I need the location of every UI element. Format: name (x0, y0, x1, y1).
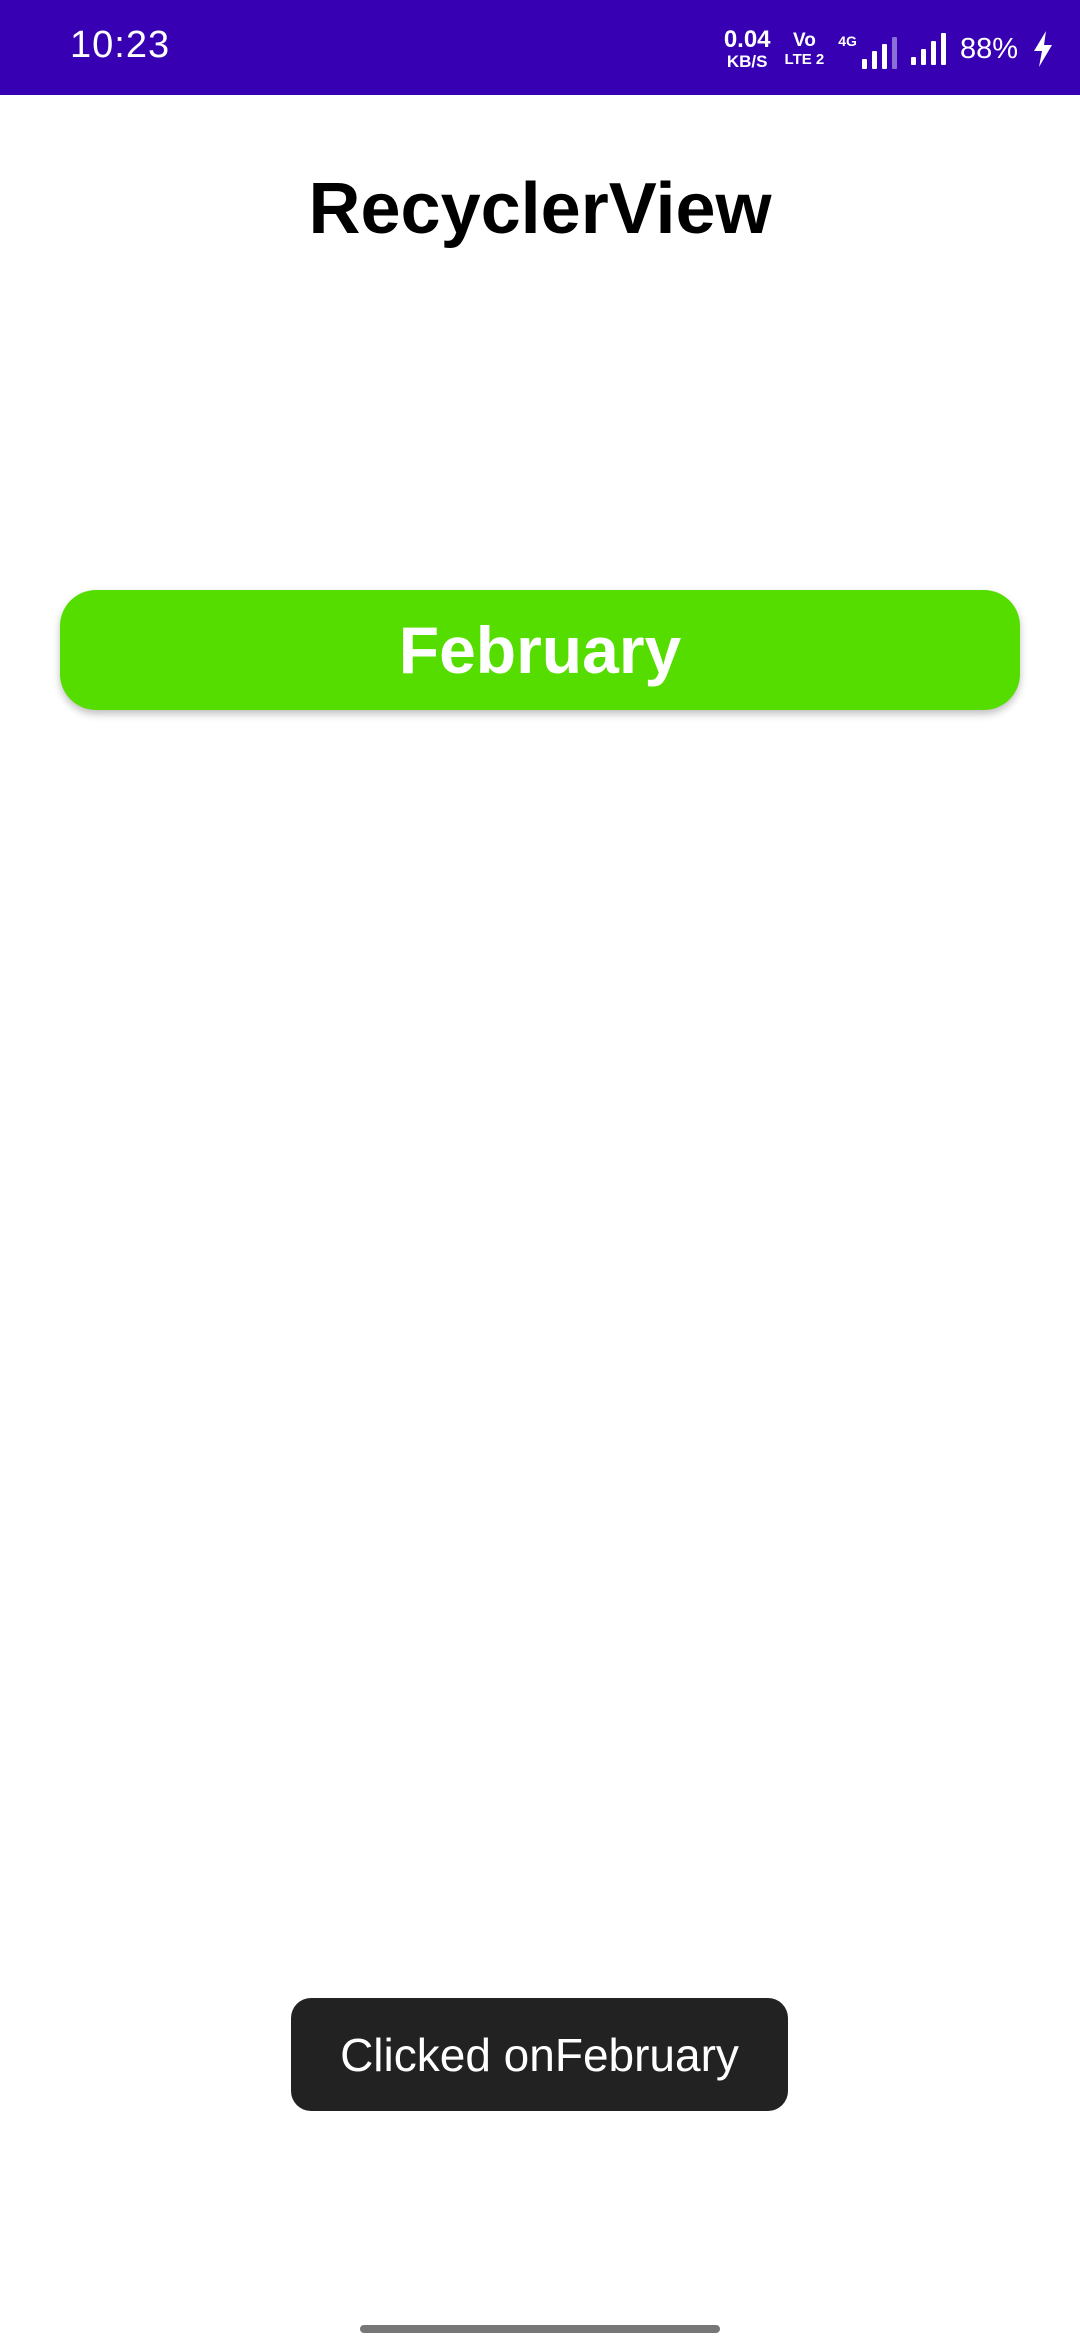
recycler-list[interactable]: February (60, 590, 1020, 710)
status-time: 10:23 (70, 24, 171, 66)
status-icons: 0.04 KB/S Vo LTE 2 4G 88% (724, 26, 1054, 72)
network-speed-indicator: 0.04 KB/S (723, 26, 771, 71)
network-speed-unit: KB/S (726, 52, 768, 71)
sim1-4g-signal-icon: 4G (838, 29, 897, 69)
volte-top-label: Vo (792, 30, 816, 51)
list-item-february[interactable]: February (60, 590, 1020, 710)
toast-message: Clicked onFebruary (291, 1998, 788, 2111)
page-title: RecyclerView (308, 169, 772, 249)
volte-icon: Vo LTE 2 (785, 31, 825, 67)
volte-bottom-label: LTE 2 (784, 51, 825, 68)
sim1-signal-bars-icon (861, 37, 897, 69)
gesture-nav-handle[interactable] (360, 2325, 720, 2333)
status-bar: 10:23 0.04 KB/S Vo LTE 2 4G 88% (0, 0, 1080, 95)
network-type-label: 4G (838, 33, 857, 49)
network-speed-value: 0.04 (723, 26, 771, 53)
battery-percent: 88% (959, 32, 1018, 65)
charging-bolt-icon (1032, 31, 1054, 67)
sim2-signal-bars-icon (910, 33, 946, 65)
